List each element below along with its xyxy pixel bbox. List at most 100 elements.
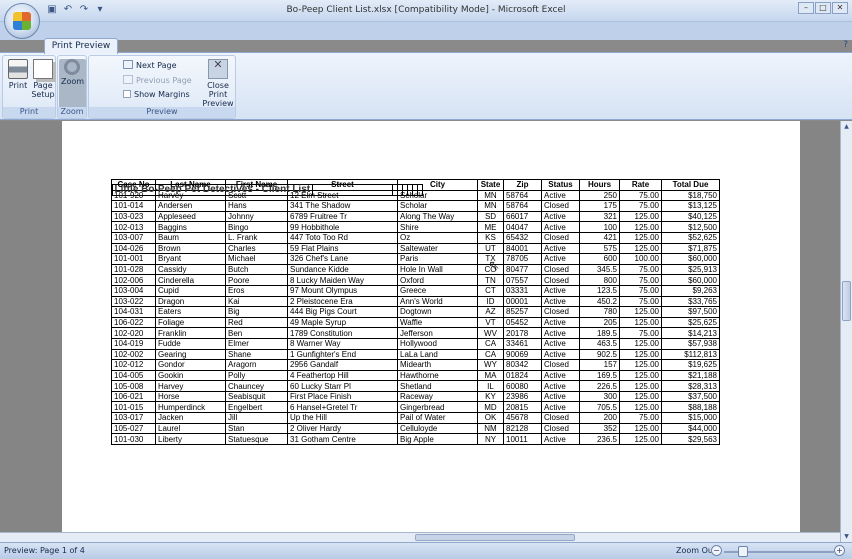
table-cell: Closed [541,231,580,244]
table-cell: Active [541,390,580,403]
table-cell: First Place Finish [287,390,398,403]
table-cell: Fudde [155,337,226,350]
table-cell: 75.00 [619,263,662,276]
zoom-plus-icon[interactable]: + [834,545,845,556]
preview-page[interactable]: ⇖ Little Bo-Peep Pet Detectives - Client… [62,121,800,542]
table-cell: 125.00 [619,390,662,403]
table-cell: Cassidy [155,263,226,276]
table-cell: Big Apple [397,433,478,445]
table-cell: 80477 [503,263,542,276]
table-cell: 321 [579,210,620,223]
table-cell: $29,563 [661,433,720,445]
group-zoom: Zoom Zoom [57,55,87,119]
table-cell: 125.00 [619,380,662,392]
table-cell: 75.00 [619,284,662,297]
table-cell: UT [477,242,504,255]
horizontal-scrollbar[interactable] [0,532,840,542]
table-cell: ME [477,221,504,233]
table-cell: 575 [579,242,620,255]
table-cell: Eros [225,284,288,297]
table-cell: Cupid [155,284,226,297]
office-button[interactable] [4,3,40,39]
table-cell: Appleseed [155,210,226,223]
table-cell: Active [541,253,580,265]
table-cell: 780 [579,306,620,318]
table-cell: 169.5 [579,369,620,382]
maximize-button[interactable]: □ [815,2,831,14]
table-cell: Red [225,316,288,329]
close-print-preview-button[interactable]: ✕ Close Print Preview [201,59,235,108]
vertical-scroll-thumb[interactable] [842,281,851,321]
table-cell: Kai [225,295,288,308]
next-page-button[interactable]: Next Page [123,60,177,70]
table-cell: 66017 [503,210,542,223]
close-window-button[interactable]: ✕ [832,2,848,14]
scroll-down-icon[interactable]: ▼ [841,531,852,542]
table-row: 104-026 Brown Charles 59 Flat Plains Saltewa… [111,242,720,255]
table-cell: VT [477,316,504,329]
next-page-label: Next Page [136,61,177,70]
page-setup-button[interactable]: Page Setup [30,59,56,99]
table-cell: Active [541,295,580,308]
table-cell: 75.00 [619,295,662,308]
table-cell: 59 Flat Plains [287,242,398,255]
table-cell: 200 [579,412,620,424]
table-cell: 2956 Gandalf [287,359,398,371]
horizontal-scroll-thumb[interactable] [415,534,575,541]
table-cell: 31 Gotham Centre [287,433,398,445]
table-row: 101-015 Humperdinck Engelbert 6 Hansel+Gret… [111,401,720,414]
show-margins-checkbox[interactable]: Show Margins [123,90,190,99]
table-cell: 33461 [503,337,542,350]
table-cell: 49 Maple Syrup [287,316,398,329]
table-cell: Elmer [225,337,288,350]
table-row: 101-001 Bryant Michael 326 Chef's Lane Paris… [111,253,720,265]
table-cell: WV [477,327,504,339]
table-cell: 2 Oliver Hardy [287,422,398,435]
group-preview: Next Page Previous Page Show Margins ✕ C… [88,55,236,119]
table-cell: Shane [225,348,288,361]
minimize-button[interactable]: – [798,2,814,14]
table-row: 102-006 Cinderella Poore 8 Lucky Maiden Way… [111,274,720,286]
table-cell: 05452 [503,316,542,329]
table-row: 103-004 Cupid Eros 97 Mount Olympus Greece CT… [111,284,720,297]
table-cell: 00001 [503,295,542,308]
table-cell: Closed [541,306,580,318]
table-cell: 105-027 [111,422,156,435]
table-cell: Active [541,221,580,233]
zoom-minus-icon[interactable]: − [711,545,722,556]
table-cell: Ben [225,327,288,339]
table-cell: SD [477,210,504,223]
table-cell: AZ [477,306,504,318]
table-cell: $33,765 [661,295,720,308]
previous-page-button[interactable]: Previous Page [123,75,192,85]
table-cell: Celluloyde [397,422,478,435]
table-cell: $97,500 [661,306,720,318]
status-page-indicator: Preview: Page 1 of 4 [4,546,85,555]
table-cell: Active [541,380,580,392]
table-cell: CA [477,348,504,361]
table-cell: 78705 [503,253,542,265]
table-cell: IL [477,380,504,392]
table-cell: 102-002 [111,348,156,361]
zoom-button[interactable]: Zoom [59,59,86,109]
help-icon[interactable]: ? [843,40,848,50]
scroll-up-icon[interactable]: ▲ [841,121,852,132]
table-cell: 85257 [503,306,542,318]
table-row: 103-023 Appleseed Johnny 6789 Fruitree Tr Al… [111,210,720,223]
table-cell: 106-022 [111,316,156,329]
table-cell: Active [541,316,580,329]
close-preview-icon: ✕ [208,59,228,79]
ribbon-tab-row [0,22,852,40]
table-cell: Active [541,337,580,350]
zoom-slider-knob[interactable] [738,546,748,557]
table-cell: 101-015 [111,401,156,414]
print-button[interactable]: Print [5,59,31,90]
vertical-scrollbar[interactable]: ▲ ▼ [840,121,852,542]
tab-print-preview[interactable]: Print Preview [44,38,118,54]
table-cell: Jill [225,412,288,424]
table-cell: Eaters [155,306,226,318]
table-cell: 125.00 [619,433,662,445]
table-cell: Closed [541,412,580,424]
table-cell: Closed [541,263,580,276]
table-cell: Humperdinck [155,401,226,414]
